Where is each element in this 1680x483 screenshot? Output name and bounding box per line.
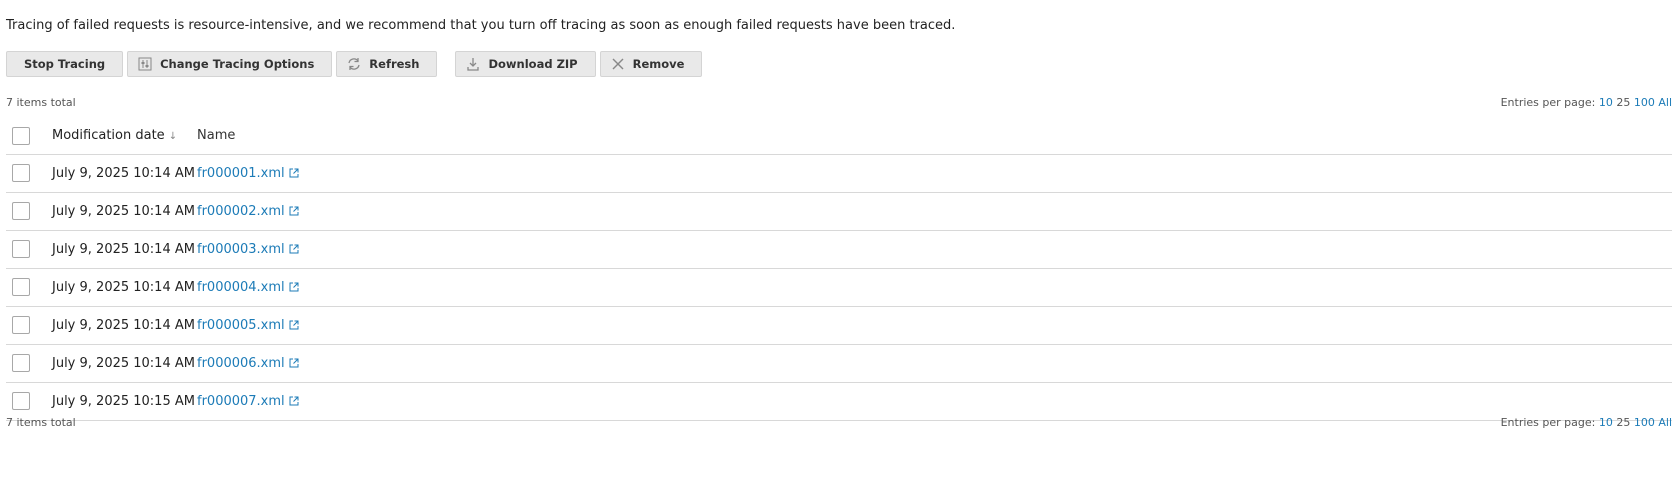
external-link-icon: [289, 244, 299, 254]
col-modification-date[interactable]: Modification date ↓: [52, 118, 197, 154]
remove-icon: [611, 57, 625, 71]
items-total-bottom: 7 items total: [6, 416, 76, 429]
per-page-25[interactable]: 25: [1616, 96, 1630, 109]
file-link[interactable]: fr000002.xml: [197, 204, 299, 219]
download-icon: [466, 57, 480, 71]
col-name-label: Name: [197, 128, 236, 144]
change-tracing-options-label: Change Tracing Options: [160, 57, 315, 71]
row-checkbox[interactable]: [12, 240, 30, 258]
sliders-icon: [138, 57, 152, 71]
sort-down-icon: ↓: [168, 131, 178, 143]
table-row: July 9, 2025 10:14 AM fr000001.xml: [6, 154, 1672, 192]
per-page-10[interactable]: 10: [1599, 96, 1613, 109]
table-row: July 9, 2025 10:14 AM fr000004.xml: [6, 268, 1672, 306]
per-page-all[interactable]: All: [1658, 96, 1672, 109]
file-link[interactable]: fr000004.xml: [197, 280, 299, 295]
row-date: July 9, 2025 10:15 AM: [52, 393, 195, 409]
row-checkbox[interactable]: [12, 392, 30, 410]
file-link[interactable]: fr000001.xml: [197, 166, 299, 181]
stop-tracing-label: Stop Tracing: [24, 57, 106, 71]
entries-per-page-label: Entries per page:: [1500, 416, 1596, 429]
table-row: July 9, 2025 10:14 AM fr000003.xml: [6, 230, 1672, 268]
file-name: fr000005.xml: [197, 317, 285, 333]
select-all-checkbox[interactable]: [12, 126, 30, 145]
remove-button[interactable]: Remove: [599, 51, 703, 77]
row-date: July 9, 2025 10:14 AM: [52, 241, 195, 257]
change-tracing-options-button[interactable]: Change Tracing Options: [127, 51, 333, 77]
file-name: fr000002.xml: [197, 203, 285, 219]
entries-per-page-top: Entries per page: 10 25 100 All: [1501, 96, 1672, 109]
external-link-icon: [289, 358, 299, 368]
refresh-icon: [347, 57, 361, 71]
row-date: July 9, 2025 10:14 AM: [52, 317, 195, 333]
external-link-icon: [289, 206, 299, 216]
file-name: fr000007.xml: [197, 393, 285, 409]
file-link[interactable]: fr000006.xml: [197, 356, 299, 371]
file-name: fr000006.xml: [197, 355, 285, 371]
row-date: July 9, 2025 10:14 AM: [52, 203, 195, 219]
per-page-25[interactable]: 25: [1616, 416, 1630, 429]
file-link[interactable]: fr000007.xml: [197, 394, 299, 409]
row-checkbox[interactable]: [12, 164, 30, 182]
toolbar: Stop Tracing Change Tracing Options Refr…: [6, 51, 703, 77]
external-link-icon: [289, 168, 299, 178]
per-page-100[interactable]: 100: [1634, 96, 1655, 109]
row-date: July 9, 2025 10:14 AM: [52, 165, 195, 181]
notice-text: Tracing of failed requests is resource-i…: [6, 18, 956, 33]
per-page-100[interactable]: 100: [1634, 416, 1655, 429]
row-checkbox[interactable]: [12, 278, 30, 296]
row-checkbox[interactable]: [12, 316, 30, 334]
external-link-icon: [289, 282, 299, 292]
row-checkbox[interactable]: [12, 354, 30, 372]
file-name: fr000003.xml: [197, 241, 285, 257]
entries-per-page-label: Entries per page:: [1500, 96, 1596, 109]
external-link-icon: [289, 320, 299, 330]
download-zip-label: Download ZIP: [488, 57, 578, 71]
refresh-label: Refresh: [369, 57, 420, 71]
items-total-top: 7 items total: [6, 96, 76, 109]
table-row: July 9, 2025 10:15 AM fr000007.xml: [6, 382, 1672, 420]
external-link-icon: [289, 396, 299, 406]
per-page-10[interactable]: 10: [1599, 416, 1613, 429]
row-checkbox[interactable]: [12, 202, 30, 220]
file-link[interactable]: fr000005.xml: [197, 318, 299, 333]
col-name[interactable]: Name: [197, 118, 1672, 154]
download-zip-button[interactable]: Download ZIP: [455, 51, 596, 77]
refresh-button[interactable]: Refresh: [336, 51, 438, 77]
entries-per-page-bottom: Entries per page: 10 25 100 All: [1501, 416, 1672, 429]
remove-label: Remove: [632, 57, 685, 71]
table-row: July 9, 2025 10:14 AM fr000005.xml: [6, 306, 1672, 344]
file-name: fr000001.xml: [197, 165, 285, 181]
col-date-label: Modification date: [52, 128, 165, 144]
row-date: July 9, 2025 10:14 AM: [52, 279, 195, 295]
files-table: Modification date ↓ Name July 9, 2025 10:…: [6, 118, 1672, 421]
table-row: July 9, 2025 10:14 AM fr000002.xml: [6, 192, 1672, 230]
table-header-row: Modification date ↓ Name: [6, 118, 1672, 154]
file-name: fr000004.xml: [197, 279, 285, 295]
per-page-all[interactable]: All: [1658, 416, 1672, 429]
row-date: July 9, 2025 10:14 AM: [52, 355, 195, 371]
stop-tracing-button[interactable]: Stop Tracing: [6, 51, 124, 77]
table-row: July 9, 2025 10:14 AM fr000006.xml: [6, 344, 1672, 382]
file-link[interactable]: fr000003.xml: [197, 242, 299, 257]
